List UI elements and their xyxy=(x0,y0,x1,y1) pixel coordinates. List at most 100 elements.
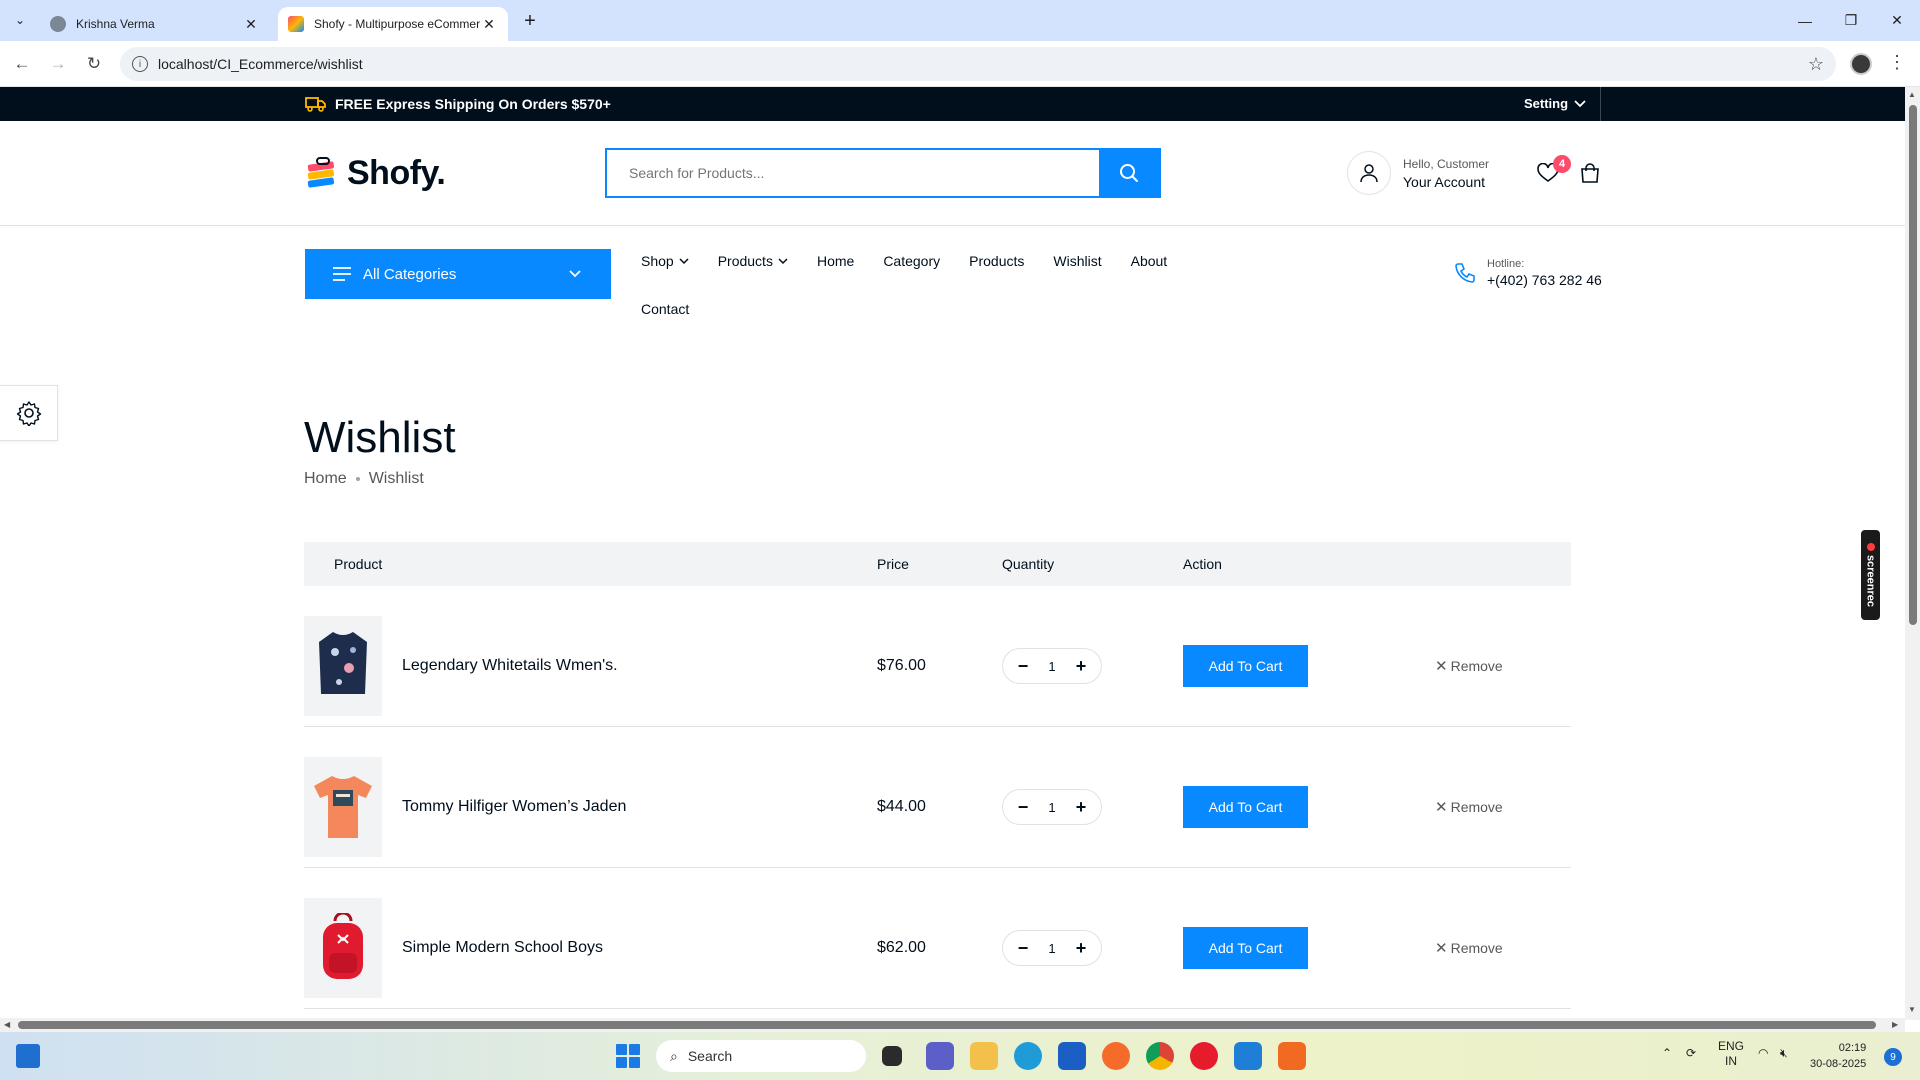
tab-title: Shofy - Multipurpose eCommer xyxy=(314,17,480,31)
bookmark-star-icon[interactable]: ☆ xyxy=(1808,54,1824,75)
minus-icon[interactable]: − xyxy=(1015,798,1031,816)
add-to-cart-button[interactable]: Add To Cart xyxy=(1183,927,1308,969)
nav-about[interactable]: About xyxy=(1131,253,1168,269)
url-text[interactable]: localhost/CI_Ecommerce/wishlist xyxy=(158,56,1808,72)
quantity-value[interactable]: 1 xyxy=(1048,800,1055,815)
horizontal-scrollbar[interactable]: ◀ ▶ xyxy=(0,1018,1905,1032)
plus-icon[interactable]: + xyxy=(1073,657,1089,675)
site-header: Shofy. Hello, Customer Your Account 4 xyxy=(0,121,1905,226)
close-tab-icon[interactable]: ✕ xyxy=(242,15,260,33)
product-image[interactable] xyxy=(304,616,382,716)
browser-tab-shofy[interactable]: Shofy - Multipurpose eCommer ✕ xyxy=(278,7,508,41)
add-to-cart-button[interactable]: Add To Cart xyxy=(1183,645,1308,687)
address-bar[interactable]: i localhost/CI_Ecommerce/wishlist ☆ xyxy=(120,47,1836,81)
minus-icon[interactable]: − xyxy=(1015,939,1031,957)
xampp-icon[interactable] xyxy=(1278,1042,1306,1070)
add-to-cart-button[interactable]: Add To Cart xyxy=(1183,786,1308,828)
backpack-thumbnail-icon xyxy=(323,913,363,979)
widgets-icon[interactable] xyxy=(16,1044,40,1068)
close-tab-icon[interactable]: ✕ xyxy=(480,15,498,33)
restore-icon[interactable]: ❐ xyxy=(1828,0,1874,41)
all-categories-button[interactable]: All Categories xyxy=(305,249,611,299)
phone-icon xyxy=(1455,263,1475,283)
teams-icon[interactable] xyxy=(926,1042,954,1070)
shirt-thumbnail-icon xyxy=(319,632,367,694)
remove-button[interactable]: ✕ Remove xyxy=(1435,798,1503,816)
windows-start-icon[interactable] xyxy=(616,1044,640,1068)
product-image[interactable] xyxy=(304,757,382,857)
back-arrow-icon[interactable]: ← xyxy=(10,52,34,76)
web-page: FREE Express Shipping On Orders $570+ Se… xyxy=(0,87,1905,1020)
nav-shop[interactable]: Shop xyxy=(641,253,689,269)
forward-arrow-icon[interactable]: → xyxy=(46,52,70,76)
remove-button[interactable]: ✕ Remove xyxy=(1435,939,1503,957)
windows-taskbar: ⌕ Search ⌃ ⟳ ENG IN ◠ 🔇︎ 02:19 30-08-202… xyxy=(0,1032,1920,1080)
search-button[interactable] xyxy=(1099,150,1159,196)
taskbar-search[interactable]: ⌕ Search xyxy=(656,1040,866,1072)
nav-products-dropdown[interactable]: Products xyxy=(718,253,788,269)
vscode-icon[interactable] xyxy=(1234,1042,1262,1070)
nav-home[interactable]: Home xyxy=(817,253,854,269)
truck-icon xyxy=(305,97,326,112)
search-input[interactable] xyxy=(607,150,1099,196)
site-info-icon[interactable]: i xyxy=(132,56,148,72)
plus-icon[interactable]: + xyxy=(1073,939,1089,957)
shofy-logo[interactable]: Shofy. xyxy=(305,154,446,193)
vertical-scroll-thumb[interactable] xyxy=(1909,105,1917,625)
remove-label: Remove xyxy=(1450,799,1503,815)
firefox-icon[interactable] xyxy=(1102,1042,1130,1070)
wifi-icon[interactable]: ◠ xyxy=(1758,1046,1768,1060)
setting-dropdown[interactable]: Setting xyxy=(1524,96,1586,111)
search-icon xyxy=(1120,164,1138,182)
tray-chevron-icon[interactable]: ⌃ xyxy=(1662,1046,1672,1060)
nav-contact[interactable]: Contact xyxy=(641,301,689,317)
product-name[interactable]: Legendary Whitetails Wmen's. xyxy=(402,657,618,675)
topbar-divider xyxy=(1600,87,1601,121)
quantity-value[interactable]: 1 xyxy=(1048,659,1055,674)
file-explorer-icon[interactable] xyxy=(970,1042,998,1070)
nav-wishlist[interactable]: Wishlist xyxy=(1053,253,1101,269)
volume-muted-icon[interactable]: 🔇︎ xyxy=(1780,1046,1788,1061)
main-navigation: Shop Products Home Category Products Wis… xyxy=(641,237,1201,333)
store-icon[interactable] xyxy=(1058,1042,1086,1070)
opera-icon[interactable] xyxy=(1190,1042,1218,1070)
minimize-icon[interactable]: — xyxy=(1782,0,1828,41)
edge-icon[interactable] xyxy=(1014,1042,1042,1070)
task-view-icon[interactable] xyxy=(882,1046,902,1066)
quantity-value[interactable]: 1 xyxy=(1048,941,1055,956)
product-name[interactable]: Tommy Hilfiger Women’s Jaden xyxy=(402,798,626,816)
table-row: Tommy Hilfiger Women’s Jaden $44.00 − 1 … xyxy=(304,727,1571,868)
sync-icon[interactable]: ⟳ xyxy=(1686,1046,1696,1060)
nav-category[interactable]: Category xyxy=(883,253,940,269)
nav-products[interactable]: Products xyxy=(969,253,1024,269)
breadcrumb-home[interactable]: Home xyxy=(304,470,347,488)
all-categories-label: All Categories xyxy=(363,265,457,283)
tab-search-chevron-icon[interactable]: ⌄ xyxy=(8,8,32,32)
scroll-left-arrow-icon[interactable]: ◀ xyxy=(4,1020,10,1029)
plus-icon[interactable]: + xyxy=(1073,798,1089,816)
taskbar-clock[interactable]: 02:19 30-08-2025 xyxy=(1810,1040,1866,1072)
minus-icon[interactable]: − xyxy=(1015,657,1031,675)
product-price: $76.00 xyxy=(877,657,926,674)
remove-button[interactable]: ✕ Remove xyxy=(1435,657,1503,675)
language-indicator[interactable]: ENG IN xyxy=(1718,1039,1744,1069)
vertical-scrollbar[interactable]: ▲ ▼ xyxy=(1905,87,1920,1020)
theme-settings-toggle[interactable] xyxy=(0,385,58,441)
browser-tab-krishna[interactable]: Krishna Verma ✕ xyxy=(40,7,270,41)
product-image[interactable] xyxy=(304,898,382,998)
scroll-right-arrow-icon[interactable]: ▶ xyxy=(1892,1020,1898,1029)
reload-icon[interactable]: ↻ xyxy=(82,52,106,76)
notification-badge[interactable]: 9 xyxy=(1884,1048,1902,1066)
scroll-down-arrow-icon[interactable]: ▼ xyxy=(1908,1005,1916,1014)
browser-menu-icon[interactable]: ⋮ xyxy=(1888,52,1906,73)
close-window-icon[interactable]: ✕ xyxy=(1874,0,1920,41)
account-link[interactable]: Hello, Customer Your Account xyxy=(1347,151,1489,195)
chrome-icon[interactable] xyxy=(1146,1042,1174,1070)
scroll-up-arrow-icon[interactable]: ▲ xyxy=(1908,90,1916,99)
cart-bag-icon[interactable] xyxy=(1578,161,1602,185)
new-tab-plus-icon[interactable]: + xyxy=(518,9,542,33)
profile-avatar[interactable] xyxy=(1850,53,1872,75)
horizontal-scroll-thumb[interactable] xyxy=(18,1021,1876,1029)
screenrec-widget[interactable]: screenrec xyxy=(1861,530,1880,620)
product-name[interactable]: Simple Modern School Boys xyxy=(402,939,603,957)
